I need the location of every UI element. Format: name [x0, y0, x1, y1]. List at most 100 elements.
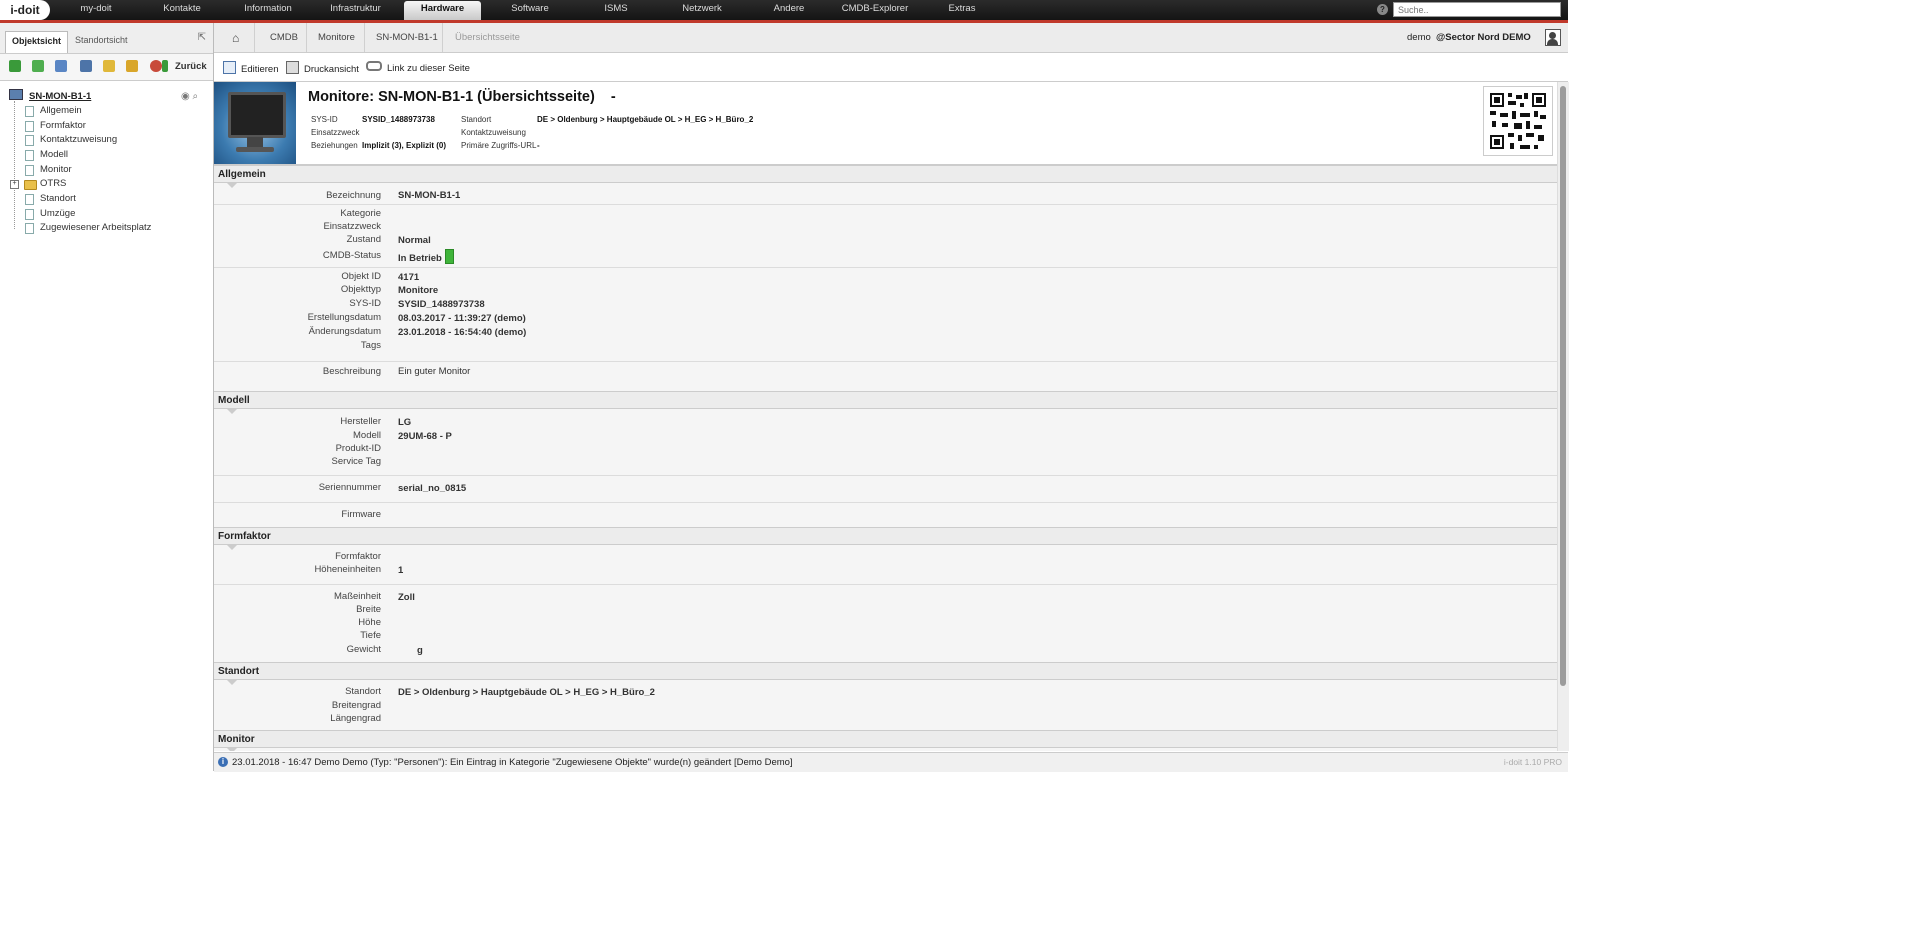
- tab-objektsicht[interactable]: Objektsicht: [5, 31, 69, 53]
- document-icon: [25, 121, 34, 132]
- label-einsatzzweck: Einsatzzweck: [323, 221, 381, 232]
- expand-icon[interactable]: [32, 60, 44, 72]
- tree-item-umzuege[interactable]: Umzüge: [14, 207, 75, 221]
- label-breitengrad: Breitengrad: [331, 700, 381, 711]
- avatar-icon[interactable]: [1545, 29, 1561, 46]
- value-masseinheit: Zoll: [398, 592, 415, 603]
- link-icon: [366, 61, 382, 71]
- lock-icon[interactable]: [126, 60, 138, 72]
- monitor-icon: [9, 89, 23, 100]
- divider: [214, 475, 1557, 476]
- tree-icon[interactable]: [9, 60, 21, 72]
- left-tabs: Objektsicht Standortsicht ⇱: [0, 23, 213, 54]
- shield-icon[interactable]: [103, 60, 115, 72]
- search-icon[interactable]: ⌕: [193, 91, 199, 102]
- header-label-einsatzzweck: Einsatzzweck: [311, 128, 360, 137]
- home-icon[interactable]: ⌂: [232, 31, 239, 45]
- eye-icon[interactable]: ◉: [181, 91, 190, 102]
- breadcrumb-monitore[interactable]: Monitore: [318, 32, 355, 43]
- value-objekttyp: Monitore: [398, 285, 439, 296]
- header-value-standort[interactable]: DE > Oldenburg > Hauptgebäude OL > H_EG …: [537, 115, 753, 124]
- tree-item-label: Formfaktor: [40, 120, 86, 131]
- popout-icon[interactable]: ⇱: [198, 32, 206, 43]
- header-label-sys-id: SYS-ID: [311, 115, 338, 124]
- print-button[interactable]: Druckansicht: [286, 61, 359, 75]
- label-objekt-id: Objekt ID: [341, 271, 381, 282]
- arrow-up-icon[interactable]: [162, 60, 168, 72]
- section-monitor[interactable]: Monitor: [214, 730, 1557, 751]
- label-hersteller: Hersteller: [340, 416, 381, 427]
- value-bezeichnung: SN-MON-B1-1: [398, 190, 461, 201]
- tree-item-allgemein[interactable]: Allgemein: [14, 104, 82, 118]
- print-label: Druckansicht: [304, 64, 359, 75]
- qr-code[interactable]: [1483, 86, 1553, 156]
- status-message[interactable]: 23.01.2018 - 16:47 Demo Demo (Typ: "Pers…: [232, 757, 793, 768]
- book-icon[interactable]: [80, 60, 92, 72]
- list-icon[interactable]: [55, 60, 67, 72]
- help-icon[interactable]: ?: [1377, 4, 1388, 15]
- left-toolbar: Zurück: [0, 54, 213, 81]
- tenant-name[interactable]: @Sector Nord DEMO: [1436, 32, 1531, 43]
- nav-infrastruktur[interactable]: Infrastruktur: [318, 0, 393, 20]
- user-name[interactable]: demo: [1407, 32, 1431, 43]
- scrollbar-thumb[interactable]: [1560, 86, 1566, 686]
- tree-item-modell[interactable]: Modell: [14, 148, 68, 162]
- nav-cmdb-explorer[interactable]: CMDB-Explorer: [834, 0, 916, 20]
- value-aenderungsdatum: 23.01.2018 - 16:54:40 (demo): [398, 327, 527, 338]
- section-allgemein[interactable]: Allgemein: [214, 165, 1557, 188]
- label-sys-id: SYS-ID: [349, 298, 381, 309]
- globe-icon[interactable]: [150, 60, 162, 72]
- header-label-zugriffs-url: Primäre Zugriffs-URL: [461, 141, 537, 150]
- tree-item-kontaktzuweisung[interactable]: Kontaktzuweisung: [14, 133, 117, 147]
- section-formfaktor[interactable]: Formfaktor: [214, 527, 1557, 550]
- tree-item-formfaktor[interactable]: Formfaktor: [14, 119, 86, 133]
- nav-extras[interactable]: Extras: [926, 0, 998, 20]
- label-hoeheneinheiten: Höheneinheiten: [314, 564, 381, 575]
- nav-software[interactable]: Software: [494, 0, 566, 20]
- breadcrumb-separator: [442, 23, 443, 52]
- nav-netzwerk[interactable]: Netzwerk: [666, 0, 738, 20]
- folder-icon: [24, 180, 37, 190]
- nav-information[interactable]: Information: [232, 0, 304, 20]
- main-content: Monitore: SN-MON-B1-1 (Übersichtsseite) …: [214, 82, 1557, 751]
- tree-item-standort[interactable]: Standort: [14, 192, 76, 206]
- monitor-image: [214, 82, 296, 164]
- header-value-beziehungen[interactable]: Implizit (3), Explizit (0): [362, 141, 446, 150]
- header-value-sys-id: SYSID_1488973738: [362, 115, 435, 124]
- value-standort[interactable]: DE > Oldenburg > Hauptgebäude OL > H_EG …: [398, 687, 655, 698]
- nav-my-doit[interactable]: my-doit: [60, 0, 132, 20]
- i-doit-logo[interactable]: i-doit: [0, 0, 50, 20]
- edit-button[interactable]: Editieren: [223, 61, 279, 75]
- tree-item-zugewiesener-arbeitsplatz[interactable]: Zugewiesener Arbeitsplatz: [14, 221, 151, 235]
- nav-andere[interactable]: Andere: [752, 0, 826, 20]
- label-tiefe: Tiefe: [360, 630, 381, 641]
- content-scrollbar[interactable]: [1557, 82, 1569, 751]
- tree-item-label: Modell: [40, 149, 68, 160]
- tree-root[interactable]: SN-MON-B1-1: [9, 89, 91, 103]
- label-tags: Tags: [360, 340, 381, 351]
- nav-isms[interactable]: ISMS: [580, 0, 652, 20]
- tree-item-monitor[interactable]: Monitor: [14, 163, 72, 177]
- back-button[interactable]: Zurück: [175, 61, 207, 72]
- label-formfaktor: Formfaktor: [335, 551, 381, 562]
- section-standort[interactable]: Standort: [214, 662, 1557, 685]
- tree-item-label: Zugewiesener Arbeitsplatz: [40, 222, 152, 233]
- search-input[interactable]: [1393, 2, 1561, 17]
- section-modell[interactable]: Modell: [214, 391, 1557, 414]
- breadcrumb-object[interactable]: SN-MON-B1-1: [376, 32, 438, 43]
- nav-kontakte[interactable]: Kontakte: [146, 0, 218, 20]
- value-beschreibung: Ein guter Monitor: [398, 366, 471, 377]
- edit-label: Editieren: [241, 64, 279, 75]
- label-gewicht: Gewicht: [346, 644, 381, 655]
- expand-plus-icon[interactable]: +: [10, 180, 19, 189]
- tab-standortsicht[interactable]: Standortsicht: [69, 31, 134, 53]
- link-button[interactable]: Link zu dieser Seite: [366, 61, 470, 74]
- info-icon: i: [218, 757, 228, 767]
- divider: [214, 502, 1557, 503]
- breadcrumb-current: Übersichtsseite: [455, 32, 520, 43]
- logo-text: i-doit: [10, 3, 40, 17]
- nav-hardware[interactable]: Hardware: [404, 1, 481, 20]
- breadcrumb-cmdb[interactable]: CMDB: [270, 32, 298, 43]
- tree-item-otrs[interactable]: + OTRS: [10, 177, 66, 191]
- label-modell: Modell: [353, 430, 381, 441]
